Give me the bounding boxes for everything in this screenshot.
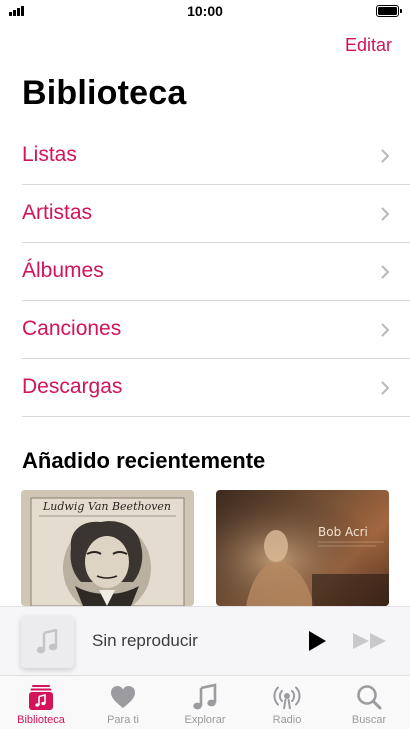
- tab-explorar[interactable]: Explorar: [164, 676, 246, 729]
- tab-label: Explorar: [184, 714, 226, 726]
- chevron-right-icon: [381, 381, 389, 395]
- library-item-listas[interactable]: Listas: [22, 127, 410, 185]
- battery-icon: [376, 5, 402, 17]
- status-bar: 10:00: [0, 0, 410, 22]
- beethoven-cover-art: Ludwig Van Beethoven: [21, 490, 194, 606]
- status-time: 10:00: [187, 3, 223, 19]
- tab-label: Radio: [272, 714, 302, 726]
- album-cover-title: Bob Acri: [318, 525, 368, 539]
- bob-acri-cover-art: Bob Acri: [216, 490, 389, 606]
- chevron-right-icon: [381, 207, 389, 221]
- edit-button[interactable]: Editar: [345, 35, 392, 56]
- tab-biblioteca[interactable]: Biblioteca: [0, 676, 82, 729]
- library-item-albumes[interactable]: Álbumes: [22, 243, 410, 301]
- radio-icon: [273, 686, 301, 710]
- tab-label: Para ti: [107, 714, 139, 726]
- now-playing-title: Sin reproducir: [92, 631, 198, 650]
- album-cover-bob-acri[interactable]: Bob Acri: [216, 490, 389, 606]
- heart-icon: [111, 686, 135, 708]
- chevron-right-icon: [381, 265, 389, 279]
- search-icon: [357, 685, 382, 710]
- tab-buscar[interactable]: Buscar: [328, 676, 410, 729]
- tab-radio[interactable]: Radio: [246, 676, 328, 729]
- library-item-canciones[interactable]: Canciones: [22, 301, 410, 359]
- tab-para-ti[interactable]: Para ti: [82, 676, 164, 729]
- music-note-icon: [36, 629, 58, 654]
- library-item-label: Artistas: [22, 201, 93, 224]
- now-playing-artwork: [21, 616, 74, 668]
- chevron-right-icon: [381, 149, 389, 163]
- library-item-label: Canciones: [22, 317, 122, 340]
- fast-forward-icon[interactable]: [352, 631, 388, 651]
- library-item-artistas[interactable]: Artistas: [22, 185, 410, 243]
- library-item-label: Listas: [22, 143, 77, 166]
- section-title-recent: Añadido recientemente: [22, 448, 266, 473]
- library-list: Listas Artistas Álbumes Canciones Descar…: [22, 127, 410, 417]
- tab-label: Buscar: [351, 714, 387, 726]
- music-note-icon: [193, 683, 217, 710]
- album-cover-title: Ludwig Van Beethoven: [42, 500, 171, 513]
- library-icon: [29, 685, 53, 710]
- library-item-label: Descargas: [22, 375, 123, 398]
- tab-label: Biblioteca: [17, 714, 65, 726]
- page-title: Biblioteca: [22, 74, 187, 112]
- mini-player[interactable]: Sin reproducir: [0, 606, 410, 675]
- chevron-right-icon: [381, 323, 389, 337]
- library-item-descargas[interactable]: Descargas: [22, 359, 410, 417]
- library-item-label: Álbumes: [22, 259, 104, 282]
- play-icon[interactable]: [304, 629, 328, 653]
- tab-bar: Biblioteca Para ti Explorar Radio Buscar: [0, 675, 410, 729]
- album-cover-beethoven[interactable]: Ludwig Van Beethoven: [21, 490, 194, 606]
